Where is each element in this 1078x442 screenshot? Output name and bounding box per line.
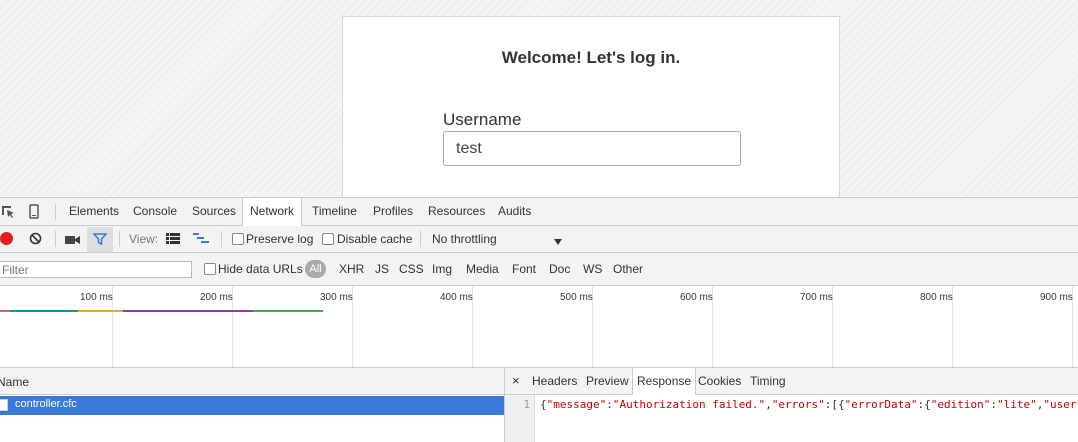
- tab-preview[interactable]: Preview: [586, 368, 629, 394]
- timeline-tick-label: 300 ms: [320, 292, 353, 303]
- tab-audits[interactable]: Audits: [498, 198, 531, 225]
- timeline-tick-label: 800 ms: [920, 292, 953, 303]
- name-column-header[interactable]: Name: [0, 368, 504, 395]
- name-column-label: Name: [0, 375, 30, 389]
- username-input[interactable]: [443, 131, 741, 166]
- large-rows-icon[interactable]: [166, 233, 180, 247]
- filter-font[interactable]: Font: [512, 262, 536, 276]
- filter-input[interactable]: [0, 261, 192, 278]
- filter-ws[interactable]: WS: [583, 262, 602, 276]
- line-gutter: 1: [505, 395, 535, 442]
- preserve-log-label: Preserve log: [246, 232, 314, 246]
- timeline-overview[interactable]: 100 ms 200 ms 300 ms 400 ms 500 ms 600 m…: [0, 286, 1078, 368]
- json-key: "message": [546, 398, 607, 411]
- json-key: "errors": [771, 398, 825, 411]
- hide-data-urls-label: Hide data URLs: [218, 262, 303, 276]
- tab-response[interactable]: Response: [632, 368, 697, 395]
- filter-icon[interactable]: [87, 227, 113, 252]
- tab-console[interactable]: Console: [133, 198, 177, 225]
- devtools-panel: Elements Console Sources Network Timelin…: [0, 197, 1078, 442]
- table-row[interactable]: controller.cfc: [0, 396, 504, 415]
- toolbar-separator: [119, 231, 120, 247]
- tab-resources[interactable]: Resources: [428, 198, 485, 225]
- close-icon[interactable]: ×: [512, 368, 520, 394]
- json-value: "lite": [997, 398, 1037, 411]
- json-value: "Authorization failed.": [612, 398, 766, 411]
- filter-img[interactable]: Img: [432, 262, 452, 276]
- clear-icon[interactable]: [29, 232, 42, 248]
- file-icon: [0, 399, 8, 411]
- login-card: Welcome! Let's log in. Username: [342, 16, 840, 197]
- hide-data-urls-checkbox[interactable]: [204, 263, 216, 275]
- network-toolbar: View: Preserve log Disable cache No thro…: [0, 226, 1078, 253]
- toolbar-separator: [221, 231, 222, 247]
- username-label: Username: [443, 110, 522, 129]
- timeline-segment-stalled: [0, 310, 10, 312]
- capture-screenshots-icon[interactable]: [65, 234, 80, 248]
- timeline-tick-label: 600 ms: [680, 292, 713, 303]
- request-name: controller.cfc: [15, 398, 77, 410]
- line-number: 1: [523, 398, 530, 411]
- chevron-down-icon[interactable]: [553, 235, 563, 249]
- tab-network[interactable]: Network: [242, 198, 303, 226]
- tab-timeline[interactable]: Timeline: [312, 198, 357, 225]
- view-label: View:: [129, 232, 159, 246]
- timeline-tick-label: 900 ms: [1040, 292, 1073, 303]
- tabbar-separator: [55, 204, 56, 220]
- device-mode-icon[interactable]: [29, 204, 39, 222]
- disable-cache-checkbox[interactable]: [322, 233, 334, 245]
- filter-css[interactable]: CSS: [399, 262, 424, 276]
- filter-media[interactable]: Media: [466, 262, 499, 276]
- filter-js[interactable]: JS: [375, 262, 389, 276]
- toolbar-separator: [55, 231, 56, 247]
- tab-headers[interactable]: Headers: [532, 368, 577, 394]
- timeline-tick-label: 200 ms: [200, 292, 233, 303]
- timeline-tick-label: 400 ms: [440, 292, 473, 303]
- timeline-segment-download: [253, 310, 323, 312]
- tab-timing[interactable]: Timing: [750, 368, 786, 394]
- timeline-tick-label: 700 ms: [800, 292, 833, 303]
- timeline-tick-label: 500 ms: [560, 292, 593, 303]
- preserve-log-checkbox[interactable]: [232, 233, 244, 245]
- timeline-segment-waiting: [123, 310, 253, 312]
- network-filterbar: Hide data URLs All XHR JS CSS Img Media …: [0, 253, 1078, 286]
- request-list: Name controller.cfc: [0, 368, 505, 442]
- overview-icon[interactable]: [193, 233, 209, 248]
- response-body[interactable]: {"message":"Authorization failed.","erro…: [540, 398, 1078, 411]
- tab-cookies[interactable]: Cookies: [698, 368, 741, 394]
- request-details: × Headers Preview Response Cookies Timin…: [505, 368, 1078, 442]
- json-punctuation: :: [606, 398, 613, 411]
- toolbar-separator: [420, 231, 421, 247]
- json-punctuation: :{: [917, 398, 931, 411]
- details-tabbar: × Headers Preview Response Cookies Timin…: [505, 368, 1078, 395]
- json-punctuation: {: [540, 398, 547, 411]
- disable-cache-label: Disable cache: [337, 232, 413, 246]
- timeline-segment-connect: [10, 310, 78, 312]
- json-key: "userr: [1043, 398, 1078, 411]
- tab-elements[interactable]: Elements: [69, 198, 119, 225]
- filter-all[interactable]: All: [305, 260, 326, 278]
- tab-profiles[interactable]: Profiles: [373, 198, 413, 225]
- filter-doc[interactable]: Doc: [549, 262, 570, 276]
- timeline-segment-ssl: [78, 310, 123, 312]
- json-key: "edition": [930, 398, 991, 411]
- json-punctuation: ,: [765, 398, 772, 411]
- tab-sources[interactable]: Sources: [192, 198, 236, 225]
- page-background: Welcome! Let's log in. Username: [0, 0, 1078, 197]
- devtools-tabbar: Elements Console Sources Network Timelin…: [0, 198, 1078, 226]
- login-title: Welcome! Let's log in.: [501, 48, 681, 67]
- record-icon[interactable]: [0, 232, 13, 245]
- json-punctuation: :[{: [824, 398, 845, 411]
- inspect-element-icon[interactable]: [1, 205, 15, 222]
- throttling-select[interactable]: No throttling: [432, 232, 497, 246]
- filter-other[interactable]: Other: [613, 262, 643, 276]
- filter-xhr[interactable]: XHR: [339, 262, 364, 276]
- json-key: "errorData": [844, 398, 918, 411]
- timeline-tick-label: 100 ms: [80, 292, 113, 303]
